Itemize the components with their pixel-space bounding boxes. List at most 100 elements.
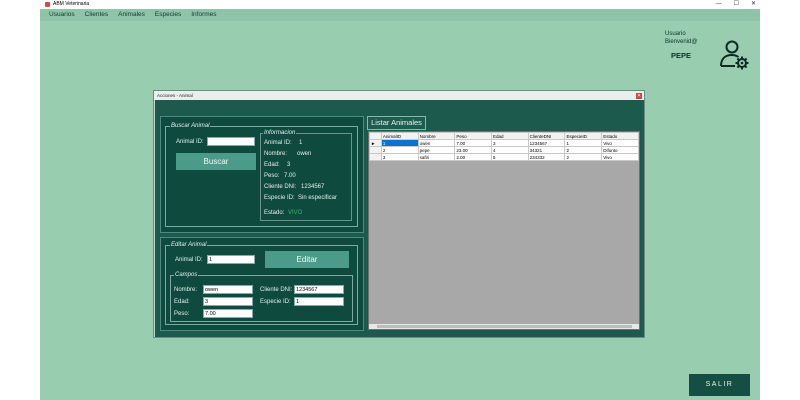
table-cell[interactable]: 2 (380, 146, 419, 154)
edit-legend: Editar Animal (170, 242, 208, 249)
info-especie-value: Sin especificar (298, 195, 338, 201)
table-cell[interactable]: 1 (380, 139, 419, 147)
search-id-input[interactable] (207, 137, 255, 146)
info-animal-id-label: Animal ID: (264, 140, 292, 146)
edit-peso-label: Peso: (174, 311, 190, 317)
info-fieldset: Informacion Animal ID: 1 Nombre: owen Ed… (260, 130, 352, 221)
app-icon (45, 2, 50, 7)
search-legend: Buscar Animal (170, 123, 211, 130)
app-window: Usuarios Clientes Animales Especies Info… (40, 9, 760, 400)
column-header[interactable]: ClienteDNI (527, 132, 566, 140)
column-header[interactable]: Estado (601, 132, 639, 140)
edit-especie-label: Especie ID: (260, 299, 291, 305)
fields-fieldset: Campos Nombre: owen Edad: 3 Peso: 7.00 C… (170, 272, 353, 322)
edit-button[interactable]: Editar (265, 251, 349, 268)
table-row[interactable]: ► 1 owen 7.00 3 1234567 1 Vivo (369, 139, 639, 147)
search-id-label: Animal ID: (176, 139, 204, 145)
edit-edad-input[interactable]: 3 (203, 297, 253, 306)
info-cliente-label: Cliente DNI: (264, 184, 297, 190)
dialog-close-button[interactable]: ✕ (636, 92, 642, 99)
table-cell[interactable]: safiri (417, 153, 456, 161)
table-cell[interactable]: 1 (564, 139, 603, 147)
edit-panel: Editar Animal Animal ID: 1 Editar Campos… (160, 237, 364, 331)
dialog-titlebar: Acciones - Animal (154, 91, 644, 100)
list-title: Listar Animales (367, 116, 426, 130)
row-header (369, 146, 382, 154)
minimize-button[interactable]: — (716, 0, 722, 9)
window-title: ABM Veterinaria (53, 1, 90, 7)
user-name: PEPE (671, 51, 692, 60)
edit-id-input[interactable]: 1 (207, 255, 255, 264)
row-header-corner (369, 132, 382, 140)
scrollbar-thumb[interactable] (377, 325, 632, 328)
info-nombre-label: Nombre: (264, 151, 288, 157)
table-cell[interactable]: owen (417, 139, 456, 147)
table-cell[interactable]: pepe (417, 146, 456, 154)
current-row-indicator: ► (369, 139, 382, 147)
edit-edad-label: Edad: (174, 299, 190, 305)
table-cell[interactable]: 234332 (527, 153, 566, 161)
maximize-button[interactable]: ☐ (734, 0, 739, 9)
table-row[interactable]: 2 pepe 23.00 4 34321 2 Difunto (369, 146, 639, 154)
row-header (369, 153, 382, 161)
welcome-label: Bienvenid@ (665, 39, 698, 45)
table-row[interactable]: 3 safiri 2.00 5 234332 2 Vivo (369, 153, 639, 161)
window-controls: — ☐ ✕ (716, 0, 756, 9)
edit-id-label: Animal ID: (175, 257, 203, 263)
info-peso-value: 7.00 (284, 173, 296, 179)
edit-cliente-input[interactable]: 1234567 (294, 285, 344, 294)
search-fieldset: Buscar Animal Animal ID: Buscar Informac… (165, 123, 358, 227)
table-cell[interactable]: 3 (491, 139, 529, 147)
user-info: Usuario Bienvenid@ PEPE (665, 30, 698, 60)
menu-informes[interactable]: Informes (191, 9, 216, 21)
table-cell[interactable]: 2 (564, 146, 603, 154)
menu-clientes[interactable]: Clientes (85, 9, 108, 21)
column-header[interactable]: AnimalID (380, 132, 419, 140)
exit-button[interactable]: SALIR (689, 374, 750, 396)
close-button[interactable]: ✕ (751, 0, 756, 9)
info-legend: Informacion (263, 130, 297, 137)
table-cell[interactable]: 34321 (527, 146, 566, 154)
user-gear-icon[interactable] (718, 38, 750, 70)
edit-cliente-label: Cliente DNI: (260, 287, 293, 293)
table-cell[interactable]: 1234567 (527, 139, 566, 147)
menu-especies[interactable]: Especies (155, 9, 181, 21)
info-peso-label: Peso: (264, 173, 280, 179)
user-label: Usuario (665, 31, 686, 37)
menu-bar: Usuarios Clientes Animales Especies Info… (40, 9, 760, 21)
dialog-title: Acciones - Animal (157, 93, 193, 98)
search-panel: Buscar Animal Animal ID: Buscar Informac… (160, 116, 364, 233)
table-cell[interactable]: 2.00 (454, 153, 493, 161)
column-header[interactable]: Nombre (417, 132, 456, 140)
edit-especie-input[interactable]: 1 (294, 297, 344, 306)
animal-actions-dialog: Acciones - Animal ✕ Buscar Animal Animal… (153, 90, 645, 338)
menu-usuarios[interactable]: Usuarios (49, 9, 75, 21)
info-estado-label: Estado: (264, 210, 285, 216)
table-cell[interactable]: 4 (491, 146, 529, 154)
edit-nombre-input[interactable]: owen (203, 285, 253, 294)
fields-legend: Campos (174, 272, 199, 279)
table-cell[interactable]: 2 (564, 153, 603, 161)
table-cell[interactable]: 5 (491, 153, 529, 161)
info-animal-id-value: 1 (299, 140, 303, 146)
table-cell[interactable]: Vivo (601, 153, 639, 161)
dialog-body: Buscar Animal Animal ID: Buscar Informac… (155, 100, 644, 337)
search-button[interactable]: Buscar (176, 153, 256, 170)
menu-animales[interactable]: Animales (118, 9, 145, 21)
table-cell[interactable]: Difunto (601, 146, 639, 154)
table-cell[interactable]: Vivo (601, 139, 639, 147)
info-estado-value: VIVO (288, 210, 303, 216)
horizontal-scrollbar[interactable] (369, 324, 639, 329)
edit-peso-input[interactable]: 7.00 (203, 309, 253, 318)
animals-table: AnimalID Nombre Peso Edad ClienteDNI Esp… (369, 132, 639, 161)
animals-grid[interactable]: AnimalID Nombre Peso Edad ClienteDNI Esp… (368, 131, 640, 330)
column-header[interactable]: EspecieID (564, 132, 603, 140)
table-cell[interactable]: 23.00 (454, 146, 493, 154)
column-header[interactable]: Edad (491, 132, 529, 140)
column-header[interactable]: Peso (454, 132, 493, 140)
table-header-row: AnimalID Nombre Peso Edad ClienteDNI Esp… (369, 132, 639, 140)
table-cell[interactable]: 7.00 (454, 139, 493, 147)
window-titlebar: ABM Veterinaria — ☐ ✕ (40, 0, 760, 9)
info-nombre-value: owen (297, 151, 312, 157)
table-cell[interactable]: 3 (380, 153, 419, 161)
